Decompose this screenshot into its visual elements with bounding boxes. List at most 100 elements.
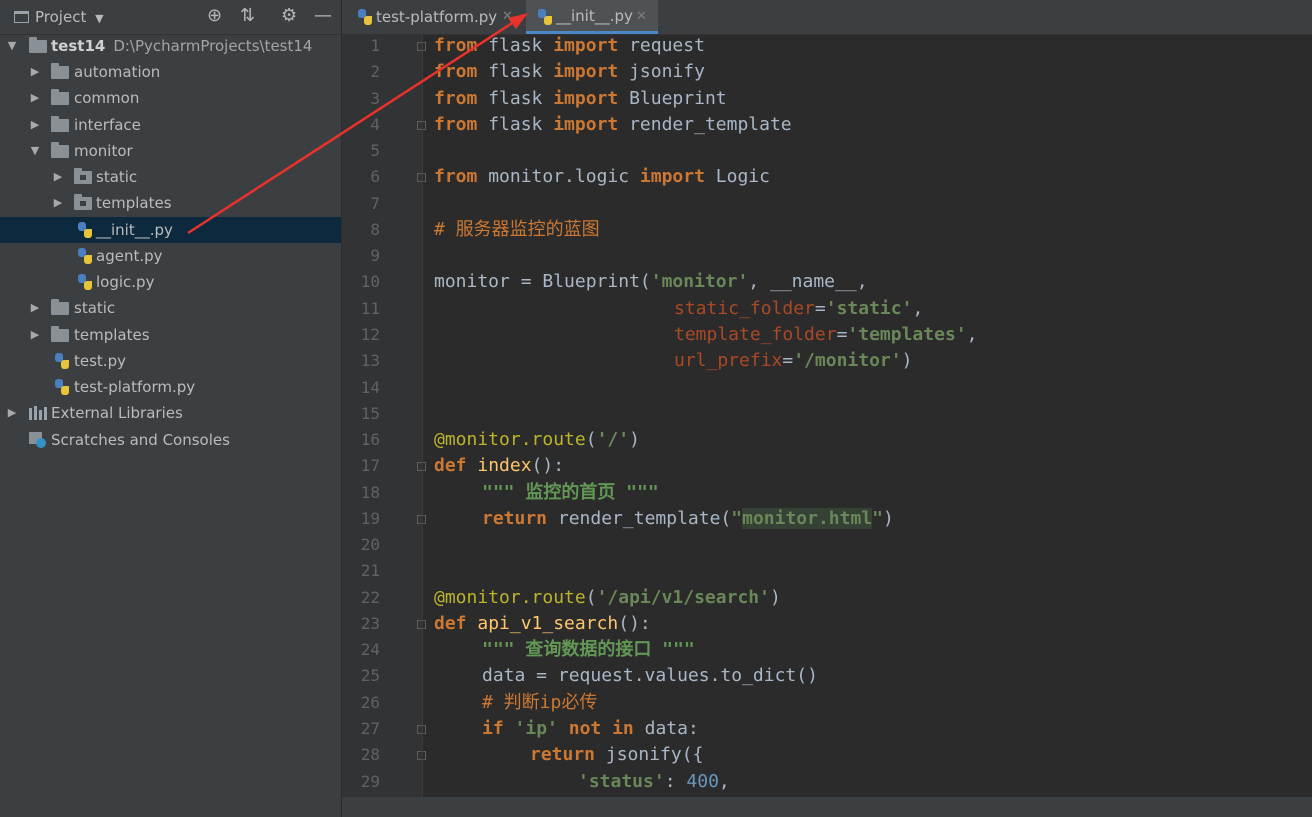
horizontal-scrollbar[interactable] — [342, 797, 1312, 817]
tree-item-monitor-templates[interactable]: ▶ templates — [0, 190, 341, 216]
tree-item-label: agent.py — [96, 247, 163, 265]
tree-item-label: test.py — [74, 352, 126, 370]
tree-item-label: common — [74, 89, 140, 107]
close-icon[interactable]: ✕ — [502, 0, 513, 34]
line-number: 24 — [360, 640, 380, 659]
code-line: """ 监控的首页 """ — [482, 482, 659, 503]
tree-item-label: External Libraries — [51, 404, 183, 422]
code-line: # 服务器监控的蓝图 — [434, 219, 600, 240]
line-number: 3 — [370, 89, 380, 108]
code-line: if 'ip' not in data: — [482, 718, 699, 739]
tree-item-test14[interactable]: ▼ test14 D:\PycharmProjects\test14 — [0, 33, 341, 59]
tab-label: test-platform.py — [376, 8, 498, 26]
project-view-selector[interactable]: Project ▼ — [14, 8, 104, 26]
line-number: 9 — [370, 246, 380, 265]
python-file-icon — [78, 274, 92, 290]
python-file-icon — [78, 248, 92, 264]
tree-item-label: __init__.py — [96, 221, 173, 239]
line-number: 12 — [360, 325, 380, 344]
close-icon[interactable]: ✕ — [636, 0, 647, 33]
code-line: 'status': 400, — [578, 771, 730, 792]
chevron-down-icon[interactable]: ▼ — [6, 33, 18, 59]
gear-icon[interactable]: ⚙ — [281, 6, 297, 26]
tree-item-init-py[interactable]: __init__.py — [0, 217, 341, 243]
minimize-icon[interactable]: — — [314, 6, 332, 26]
tree-item-automation[interactable]: ▶ automation — [0, 59, 341, 85]
code-line: def index(): — [434, 455, 565, 476]
line-number: 17 — [360, 456, 380, 475]
tree-item-static[interactable]: ▶ static — [0, 295, 341, 321]
chevron-right-icon[interactable]: ▶ — [52, 164, 64, 190]
chevron-right-icon[interactable]: ▶ — [29, 112, 41, 138]
tree-item-interface[interactable]: ▶ interface — [0, 112, 341, 138]
line-number: 16 — [360, 430, 380, 449]
folder-icon — [29, 37, 47, 53]
line-number: 15 — [360, 404, 380, 423]
project-panel-header: Project ▼ ⊕ ⇅ ⚙ — — [0, 0, 341, 35]
code-line: """ 查询数据的接口 """ — [482, 639, 695, 660]
tree-item-agent-py[interactable]: agent.py — [0, 243, 341, 269]
chevron-right-icon[interactable]: ▶ — [29, 295, 41, 321]
line-number: 7 — [370, 194, 380, 213]
code-line: def api_v1_search(): — [434, 613, 651, 634]
code-line: template_folder='templates', — [674, 324, 978, 345]
tree-item-scratches[interactable]: Scratches and Consoles — [0, 427, 341, 453]
code-line: from flask import jsonify — [434, 61, 705, 82]
line-number: 18 — [360, 483, 380, 502]
project-path: D:\PycharmProjects\test14 — [113, 37, 313, 55]
resource-folder-icon — [74, 168, 92, 184]
line-number: 23 — [360, 614, 380, 633]
library-icon — [29, 406, 47, 420]
chevron-down-icon[interactable]: ▼ — [29, 138, 41, 164]
chevron-right-icon[interactable]: ▶ — [6, 400, 18, 426]
scratches-icon — [29, 432, 47, 448]
tree-item-monitor[interactable]: ▼ monitor — [0, 138, 341, 164]
editor-gutter: 1 2 3 4 5 6 7 8 9 10 11 12 13 14 15 16 1… — [342, 35, 426, 797]
editor-tab-bar: test-platform.py ✕ __init__.py ✕ — [342, 0, 1312, 35]
collapse-icon[interactable]: ⇅ — [240, 6, 255, 26]
line-number: 22 — [360, 588, 380, 607]
tree-item-logic-py[interactable]: logic.py — [0, 269, 341, 295]
line-number: 20 — [360, 535, 380, 554]
python-file-icon — [78, 222, 92, 238]
code-line: data = request.values.to_dict() — [482, 665, 818, 686]
project-panel-title: Project — [35, 8, 87, 26]
code-line: static_folder='static', — [674, 298, 924, 319]
line-number: 1 — [370, 36, 380, 55]
line-number: 25 — [360, 666, 380, 685]
tree-item-templates[interactable]: ▶ templates — [0, 322, 341, 348]
tree-item-label: interface — [74, 116, 141, 134]
tree-item-monitor-static[interactable]: ▶ static — [0, 164, 341, 190]
line-number: 5 — [370, 141, 380, 160]
crosshair-icon[interactable]: ⊕ — [207, 6, 222, 26]
line-number: 4 — [370, 115, 380, 134]
tree-item-label: templates — [96, 194, 172, 212]
chevron-right-icon[interactable]: ▶ — [29, 59, 41, 85]
python-file-icon — [538, 9, 552, 25]
window-icon — [14, 11, 29, 23]
line-number: 8 — [370, 220, 380, 239]
tree-item-label: static — [96, 168, 138, 186]
gutter-separator — [422, 35, 423, 797]
line-number: 29 — [360, 772, 380, 791]
folder-icon — [51, 63, 69, 79]
tree-item-test-py[interactable]: test.py — [0, 348, 341, 374]
code-line: from monitor.logic import Logic — [434, 166, 770, 187]
line-number: 27 — [360, 719, 380, 738]
templates-folder-icon — [74, 194, 92, 210]
python-file-icon — [55, 353, 69, 369]
tree-item-external-libraries[interactable]: ▶ External Libraries — [0, 400, 341, 426]
chevron-right-icon[interactable]: ▶ — [52, 190, 64, 216]
chevron-right-icon[interactable]: ▶ — [29, 85, 41, 111]
chevron-right-icon[interactable]: ▶ — [29, 322, 41, 348]
tree-item-common[interactable]: ▶ common — [0, 85, 341, 111]
line-number: 21 — [360, 561, 380, 580]
code-line: # 判断ip必传 — [482, 692, 598, 713]
tab-test-platform-py[interactable]: test-platform.py ✕ — [342, 0, 518, 34]
tree-item-label: static — [74, 299, 116, 317]
tree-item-test-platform-py[interactable]: test-platform.py — [0, 374, 341, 400]
tab-init-py[interactable]: __init__.py ✕ — [526, 0, 658, 34]
code-line: monitor = Blueprint('monitor', __name__, — [434, 271, 868, 292]
line-number: 28 — [360, 745, 380, 764]
folder-icon — [51, 89, 69, 105]
